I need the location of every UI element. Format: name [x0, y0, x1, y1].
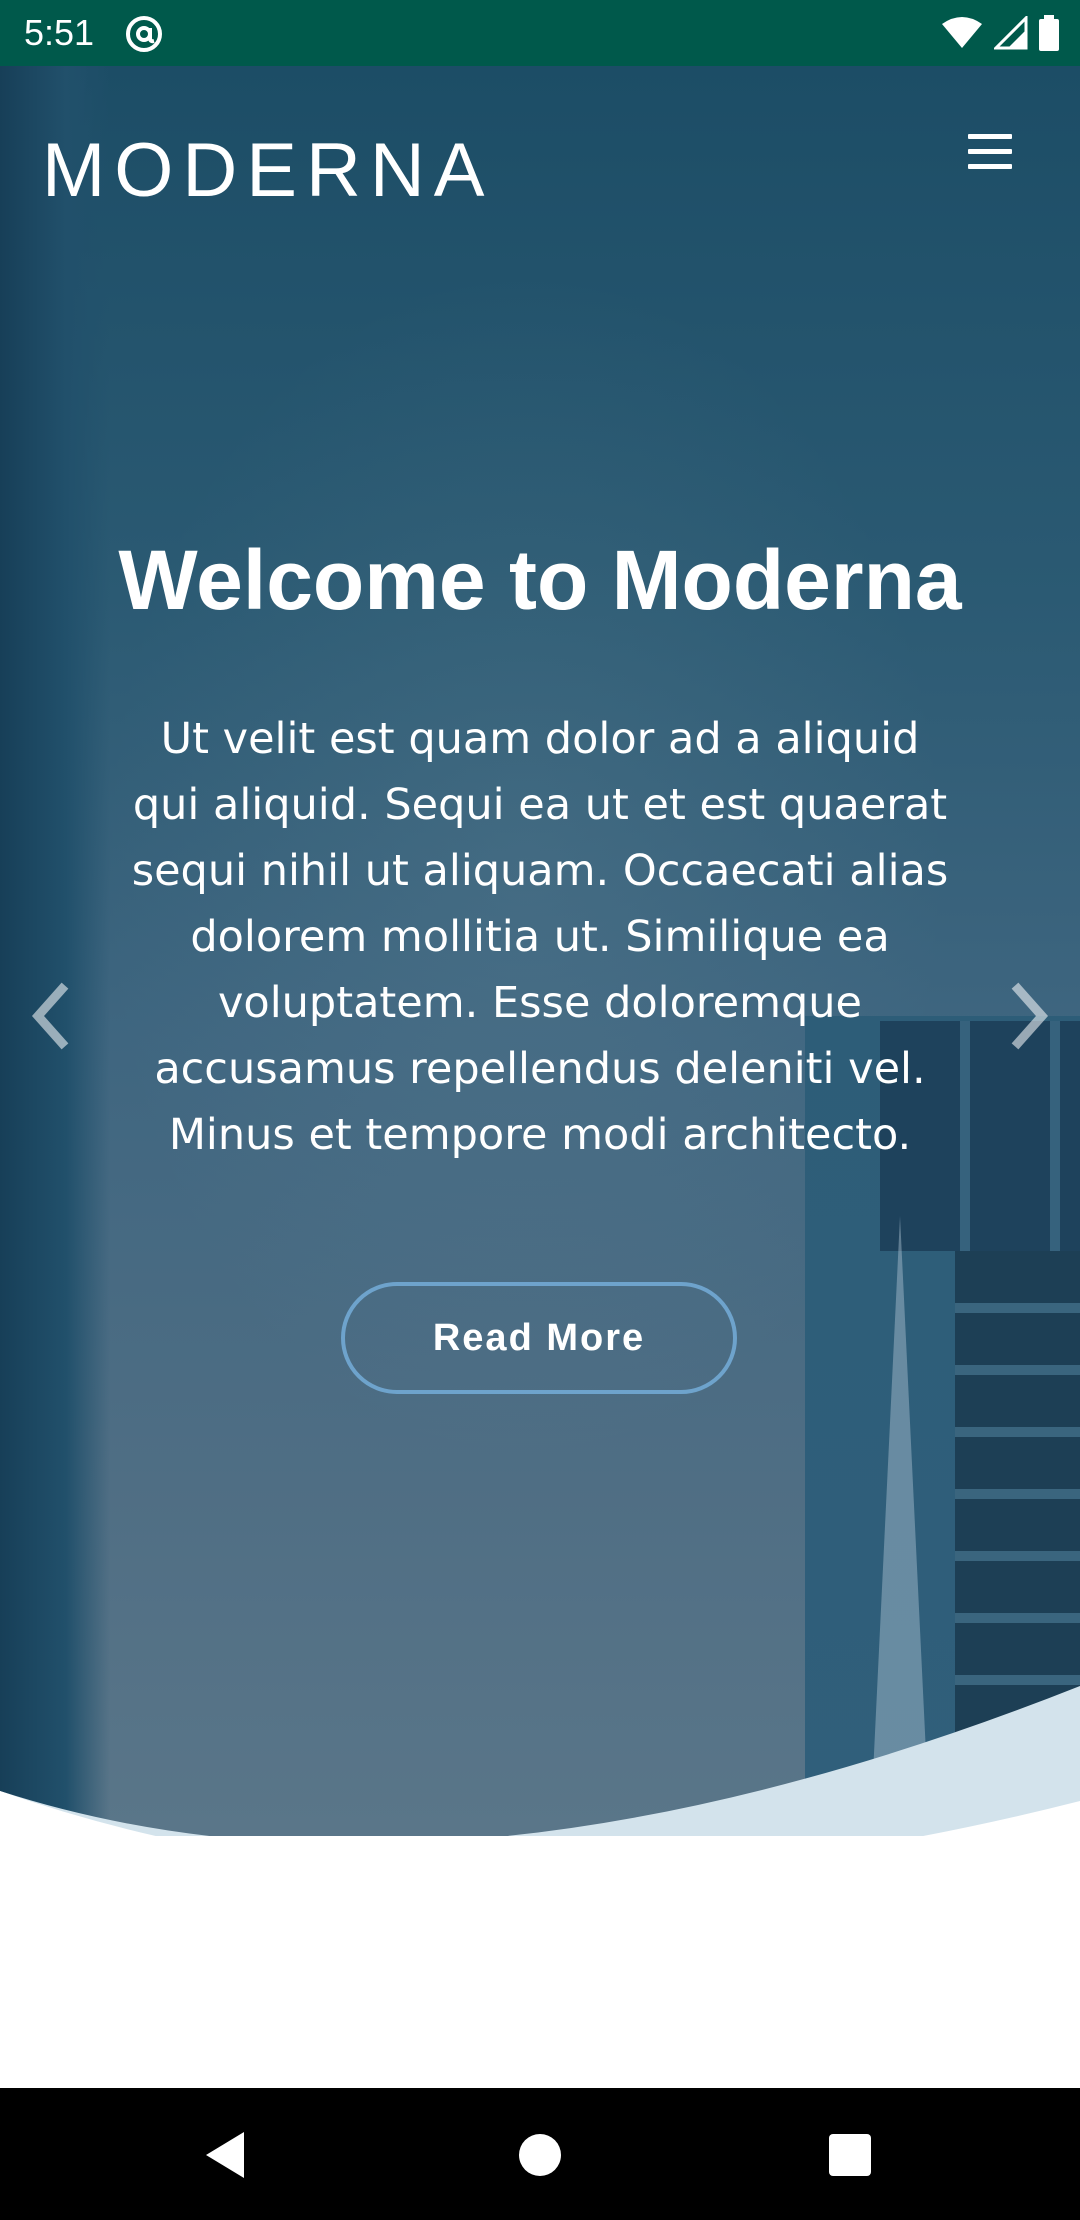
recents-square-icon[interactable]: [815, 2120, 885, 2190]
system-navigation-bar: [0, 2088, 1080, 2220]
signal-icon: [994, 16, 1028, 50]
battery-icon: [1039, 15, 1059, 51]
screen: 5:51 MODERNA Welcome to Moderna Ut velit…: [0, 0, 1080, 2220]
hero-description: Ut velit est quam dolor ad a aliquid qui…: [131, 714, 949, 1160]
hero-background-building-left: [0, 66, 110, 1836]
chevron-left-icon[interactable]: [20, 971, 80, 1061]
hero-section: MODERNA Welcome to Moderna Ut velit est …: [0, 66, 1080, 1836]
status-time: 5:51: [24, 12, 95, 53]
status-icons: [940, 14, 1060, 52]
hero-title: Welcome to Moderna: [118, 533, 962, 627]
wifi-icon: [942, 17, 982, 48]
home-circle-icon[interactable]: [505, 2120, 575, 2190]
chevron-right-icon[interactable]: [1000, 971, 1060, 1061]
hamburger-menu-icon[interactable]: [960, 122, 1020, 182]
status-bar: 5:51: [0, 0, 1080, 66]
hero-bottom-wave: [0, 1686, 1080, 1836]
back-triangle-icon[interactable]: [190, 2120, 260, 2190]
at-sign-icon: [126, 16, 162, 52]
read-more-button[interactable]: Read More: [341, 1282, 737, 1394]
brand-logo[interactable]: MODERNA: [42, 126, 493, 216]
